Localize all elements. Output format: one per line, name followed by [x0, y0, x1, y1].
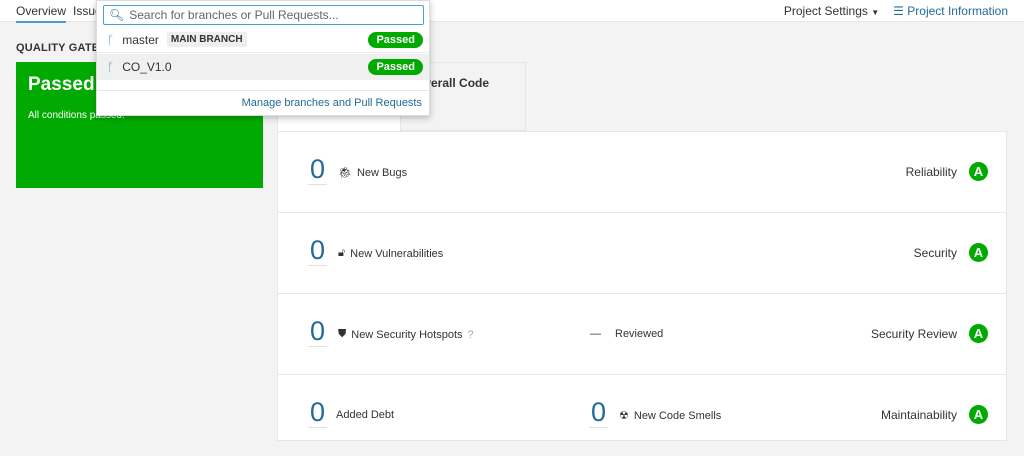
new-bugs-value[interactable]: 0: [308, 154, 328, 185]
metric-row-security-review: 0 ⛊ New Security Hotspots? — Reviewed Secu…: [278, 294, 1006, 375]
divider: [97, 90, 429, 91]
security-review-rating[interactable]: A: [969, 324, 988, 343]
reliability-rating[interactable]: A: [969, 162, 988, 181]
search-placeholder: Search for branches or Pull Requests...: [129, 8, 339, 22]
lock-icon: 🔓︎: [338, 247, 346, 259]
shield-icon: ⛊: [338, 328, 347, 340]
security-rating[interactable]: A: [969, 243, 988, 262]
metric-row-security: 0 🔓︎ New Vulnerabilities Security A: [278, 213, 1006, 294]
new-code-smells-value[interactable]: 0: [589, 397, 609, 428]
manage-branches-link[interactable]: Manage branches and Pull Requests: [242, 97, 422, 109]
project-settings-menu[interactable]: Project Settings ▼: [784, 4, 879, 18]
metric-row-reliability: 0 🐞︎ New Bugs Reliability A: [278, 132, 1006, 213]
new-code-smells-label: New Code Smells: [633, 409, 722, 422]
search-icon: 🔍︎: [109, 8, 125, 22]
new-vulnerabilities-value[interactable]: 0: [308, 235, 328, 266]
added-debt-value[interactable]: 0: [308, 397, 328, 428]
tab-overview[interactable]: Overview: [16, 4, 67, 23]
new-hotspots-value[interactable]: 0: [308, 316, 328, 347]
reliability-label: Reliability: [905, 164, 957, 179]
branch-status-badge: Passed: [368, 31, 423, 48]
branch-icon: ᚴ: [107, 60, 115, 74]
project-settings-label: Project Settings: [783, 4, 868, 18]
metric-row-maintainability: 0 Added Debt 0 ☢ New Code Smells Maintain…: [278, 375, 1006, 456]
branch-status-badge: Passed: [368, 59, 423, 75]
help-icon[interactable]: ?: [468, 329, 474, 341]
branch-name: master: [122, 32, 159, 47]
branch-dropdown: 🔍︎ Search for branches or Pull Requests.…: [96, 0, 430, 116]
project-information-label: Project Information: [907, 4, 1008, 18]
new-vulnerabilities-label: New Vulnerabilities: [350, 247, 444, 260]
branch-search-input[interactable]: 🔍︎ Search for branches or Pull Requests.…: [103, 5, 424, 25]
code-smell-icon: ☢: [619, 410, 629, 422]
measures-panel: 0 🐞︎ New Bugs Reliability A 0 🔓︎ New Vulner…: [277, 131, 1007, 441]
bug-icon: 🐞︎: [338, 167, 352, 179]
new-hotspots-label: New Security Hotspots: [351, 328, 463, 341]
branch-icon: ᚴ: [107, 32, 115, 47]
list-icon: ☰: [893, 4, 904, 18]
reviewed-value: —: [590, 328, 601, 340]
reviewed-label: Reviewed: [615, 328, 664, 340]
maintainability-rating[interactable]: A: [969, 405, 988, 424]
project-information-link[interactable]: ☰ Project Information: [893, 4, 1008, 18]
maintainability-label: Maintainability: [880, 407, 957, 422]
added-debt-label: Added Debt: [336, 409, 395, 421]
security-label: Security: [913, 245, 957, 260]
caret-down-icon: ▼: [871, 8, 880, 17]
branch-item-co-v1[interactable]: ᚴ CO_V1.0 Passed: [97, 54, 429, 80]
branch-item-master[interactable]: ᚴ master MAIN BRANCH Passed: [97, 27, 429, 53]
branch-name: CO_V1.0: [122, 60, 172, 74]
new-bugs-label: New Bugs: [356, 166, 408, 179]
main-branch-tag: MAIN BRANCH: [166, 32, 247, 47]
security-review-label: Security Review: [870, 326, 957, 341]
